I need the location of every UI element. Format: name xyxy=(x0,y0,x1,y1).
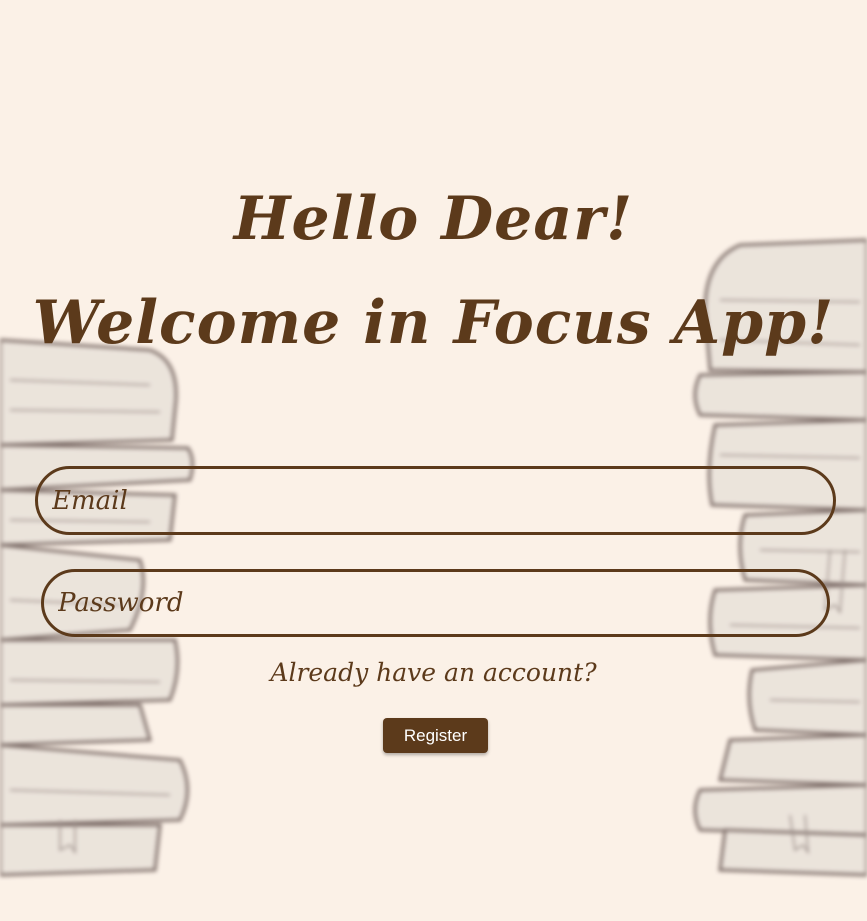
book-stack-left-illustration xyxy=(0,338,195,877)
welcome-heading: Welcome in Focus App! xyxy=(32,288,835,358)
greeting-heading: Hello Dear! xyxy=(233,184,634,254)
book-stack-right-illustration xyxy=(693,238,867,877)
register-button[interactable]: Register xyxy=(383,718,488,753)
already-have-account-link[interactable]: Already have an account? xyxy=(0,658,867,687)
password-field[interactable] xyxy=(41,569,830,637)
email-field[interactable] xyxy=(35,466,836,535)
